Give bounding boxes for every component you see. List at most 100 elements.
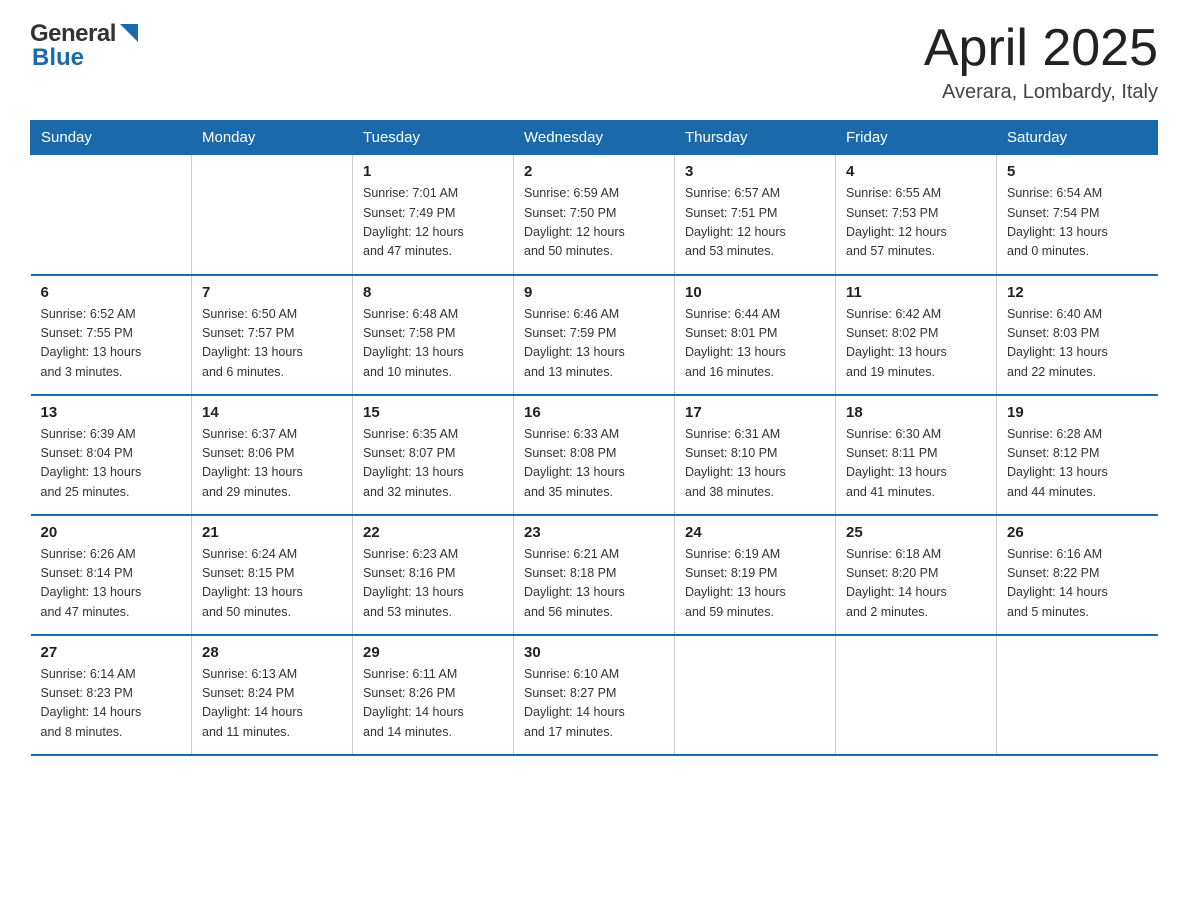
calendar-cell: 27Sunrise: 6:14 AM Sunset: 8:23 PM Dayli… — [31, 635, 192, 755]
calendar-cell — [836, 635, 997, 755]
day-info: Sunrise: 6:14 AM Sunset: 8:23 PM Dayligh… — [41, 665, 182, 743]
day-number: 2 — [524, 163, 664, 180]
day-info: Sunrise: 6:40 AM Sunset: 8:03 PM Dayligh… — [1007, 305, 1148, 383]
weekday-header-friday: Friday — [836, 121, 997, 155]
weekday-header-thursday: Thursday — [675, 121, 836, 155]
calendar-cell: 1 Sunrise: 7:01 AM Sunset: 7:49 PM Daylig… — [353, 155, 514, 275]
day-info: Sunrise: 6:16 AM Sunset: 8:22 PM Dayligh… — [1007, 545, 1148, 623]
day-info: Sunrise: 6:44 AM Sunset: 8:01 PM Dayligh… — [685, 305, 825, 383]
calendar-cell — [192, 155, 353, 275]
day-info: Sunrise: 6:33 AM Sunset: 8:08 PM Dayligh… — [524, 425, 664, 503]
weekday-header-monday: Monday — [192, 121, 353, 155]
day-number: 9 — [524, 284, 664, 301]
week-row-2: 6Sunrise: 6:52 AM Sunset: 7:55 PM Daylig… — [31, 275, 1158, 395]
calendar-cell: 6Sunrise: 6:52 AM Sunset: 7:55 PM Daylig… — [31, 275, 192, 395]
calendar-cell: 25 Sunrise: 6:18 AM Sunset: 8:20 PM Dayli… — [836, 515, 997, 635]
day-info: Sunrise: 6:24 AM Sunset: 8:15 PM Dayligh… — [202, 545, 342, 623]
day-info: Sunrise: 6:11 AM Sunset: 8:26 PM Dayligh… — [363, 665, 503, 743]
day-number: 8 — [363, 284, 503, 301]
week-row-3: 13 Sunrise: 6:39 AM Sunset: 8:04 PM Dayli… — [31, 395, 1158, 515]
day-info: Sunrise: 6:26 AM Sunset: 8:14 PM Dayligh… — [41, 545, 182, 623]
day-info: Sunrise: 6:57 AM Sunset: 7:51 PM Dayligh… — [685, 184, 825, 262]
day-info: Sunrise: 6:39 AM Sunset: 8:04 PM Dayligh… — [41, 425, 182, 503]
calendar-cell: 15 Sunrise: 6:35 AM Sunset: 8:07 PM Dayli… — [353, 395, 514, 515]
day-info: Sunrise: 6:31 AM Sunset: 8:10 PM Dayligh… — [685, 425, 825, 503]
calendar-cell: 13 Sunrise: 6:39 AM Sunset: 8:04 PM Dayli… — [31, 395, 192, 515]
day-number: 23 — [524, 524, 664, 541]
calendar-cell: 19 Sunrise: 6:28 AM Sunset: 8:12 PM Dayli… — [997, 395, 1158, 515]
calendar-cell: 5Sunrise: 6:54 AM Sunset: 7:54 PM Daylig… — [997, 155, 1158, 275]
day-number: 12 — [1007, 284, 1148, 301]
calendar-cell: 22 Sunrise: 6:23 AM Sunset: 8:16 PM Dayli… — [353, 515, 514, 635]
day-info: Sunrise: 6:55 AM Sunset: 7:53 PM Dayligh… — [846, 184, 986, 262]
day-number: 18 — [846, 404, 986, 421]
day-number: 28 — [202, 644, 342, 661]
day-number: 15 — [363, 404, 503, 421]
calendar-cell: 30 Sunrise: 6:10 AM Sunset: 8:27 PM Dayli… — [514, 635, 675, 755]
day-info: Sunrise: 6:37 AM Sunset: 8:06 PM Dayligh… — [202, 425, 342, 503]
calendar-cell: 18 Sunrise: 6:30 AM Sunset: 8:11 PM Dayli… — [836, 395, 997, 515]
day-info: Sunrise: 6:23 AM Sunset: 8:16 PM Dayligh… — [363, 545, 503, 623]
calendar-cell: 2 Sunrise: 6:59 AM Sunset: 7:50 PM Daylig… — [514, 155, 675, 275]
day-number: 10 — [685, 284, 825, 301]
week-row-5: 27Sunrise: 6:14 AM Sunset: 8:23 PM Dayli… — [31, 635, 1158, 755]
day-info: Sunrise: 6:19 AM Sunset: 8:19 PM Dayligh… — [685, 545, 825, 623]
day-info: Sunrise: 6:10 AM Sunset: 8:27 PM Dayligh… — [524, 665, 664, 743]
day-info: Sunrise: 6:42 AM Sunset: 8:02 PM Dayligh… — [846, 305, 986, 383]
day-number: 22 — [363, 524, 503, 541]
calendar-cell: 14 Sunrise: 6:37 AM Sunset: 8:06 PM Dayli… — [192, 395, 353, 515]
calendar-cell: 9 Sunrise: 6:46 AM Sunset: 7:59 PM Daylig… — [514, 275, 675, 395]
day-info: Sunrise: 6:35 AM Sunset: 8:07 PM Dayligh… — [363, 425, 503, 503]
day-number: 17 — [685, 404, 825, 421]
calendar-cell — [997, 635, 1158, 755]
calendar-table: SundayMondayTuesdayWednesdayThursdayFrid… — [30, 120, 1158, 756]
logo: General Blue — [30, 20, 140, 72]
day-info: Sunrise: 6:30 AM Sunset: 8:11 PM Dayligh… — [846, 425, 986, 503]
page-header: General Blue April 2025 Averara, Lombard… — [30, 20, 1158, 104]
day-number: 29 — [363, 644, 503, 661]
weekday-header-row: SundayMondayTuesdayWednesdayThursdayFrid… — [31, 121, 1158, 155]
calendar-cell: 26 Sunrise: 6:16 AM Sunset: 8:22 PM Dayli… — [997, 515, 1158, 635]
day-number: 21 — [202, 524, 342, 541]
weekday-header-tuesday: Tuesday — [353, 121, 514, 155]
day-info: Sunrise: 6:28 AM Sunset: 8:12 PM Dayligh… — [1007, 425, 1148, 503]
day-info: Sunrise: 6:18 AM Sunset: 8:20 PM Dayligh… — [846, 545, 986, 623]
calendar-cell: 11 Sunrise: 6:42 AM Sunset: 8:02 PM Dayli… — [836, 275, 997, 395]
calendar-cell: 29 Sunrise: 6:11 AM Sunset: 8:26 PM Dayli… — [353, 635, 514, 755]
day-number: 25 — [846, 524, 986, 541]
weekday-header-saturday: Saturday — [997, 121, 1158, 155]
location-text: Averara, Lombardy, Italy — [924, 81, 1158, 104]
calendar-cell: 4Sunrise: 6:55 AM Sunset: 7:53 PM Daylig… — [836, 155, 997, 275]
weekday-header-wednesday: Wednesday — [514, 121, 675, 155]
day-number: 26 — [1007, 524, 1148, 541]
calendar-cell: 24Sunrise: 6:19 AM Sunset: 8:19 PM Dayli… — [675, 515, 836, 635]
day-info: Sunrise: 7:01 AM Sunset: 7:49 PM Dayligh… — [363, 184, 503, 262]
logo-blue-text: Blue — [32, 44, 84, 72]
day-number: 16 — [524, 404, 664, 421]
day-info: Sunrise: 6:13 AM Sunset: 8:24 PM Dayligh… — [202, 665, 342, 743]
day-number: 7 — [202, 284, 342, 301]
day-number: 30 — [524, 644, 664, 661]
calendar-cell: 8 Sunrise: 6:48 AM Sunset: 7:58 PM Daylig… — [353, 275, 514, 395]
week-row-1: 1 Sunrise: 7:01 AM Sunset: 7:49 PM Daylig… — [31, 155, 1158, 275]
week-row-4: 20 Sunrise: 6:26 AM Sunset: 8:14 PM Dayli… — [31, 515, 1158, 635]
day-number: 1 — [363, 163, 503, 180]
day-info: Sunrise: 6:50 AM Sunset: 7:57 PM Dayligh… — [202, 305, 342, 383]
day-info: Sunrise: 6:46 AM Sunset: 7:59 PM Dayligh… — [524, 305, 664, 383]
day-info: Sunrise: 6:52 AM Sunset: 7:55 PM Dayligh… — [41, 305, 182, 383]
day-number: 11 — [846, 284, 986, 301]
day-info: Sunrise: 6:48 AM Sunset: 7:58 PM Dayligh… — [363, 305, 503, 383]
day-number: 14 — [202, 404, 342, 421]
day-number: 3 — [685, 163, 825, 180]
day-info: Sunrise: 6:54 AM Sunset: 7:54 PM Dayligh… — [1007, 184, 1148, 262]
day-number: 19 — [1007, 404, 1148, 421]
calendar-cell: 12 Sunrise: 6:40 AM Sunset: 8:03 PM Dayli… — [997, 275, 1158, 395]
day-number: 20 — [41, 524, 182, 541]
day-number: 13 — [41, 404, 182, 421]
calendar-cell: 17 Sunrise: 6:31 AM Sunset: 8:10 PM Dayli… — [675, 395, 836, 515]
weekday-header-sunday: Sunday — [31, 121, 192, 155]
calendar-cell: 21 Sunrise: 6:24 AM Sunset: 8:15 PM Dayli… — [192, 515, 353, 635]
calendar-cell: 23Sunrise: 6:21 AM Sunset: 8:18 PM Dayli… — [514, 515, 675, 635]
calendar-cell: 28 Sunrise: 6:13 AM Sunset: 8:24 PM Dayli… — [192, 635, 353, 755]
day-info: Sunrise: 6:59 AM Sunset: 7:50 PM Dayligh… — [524, 184, 664, 262]
